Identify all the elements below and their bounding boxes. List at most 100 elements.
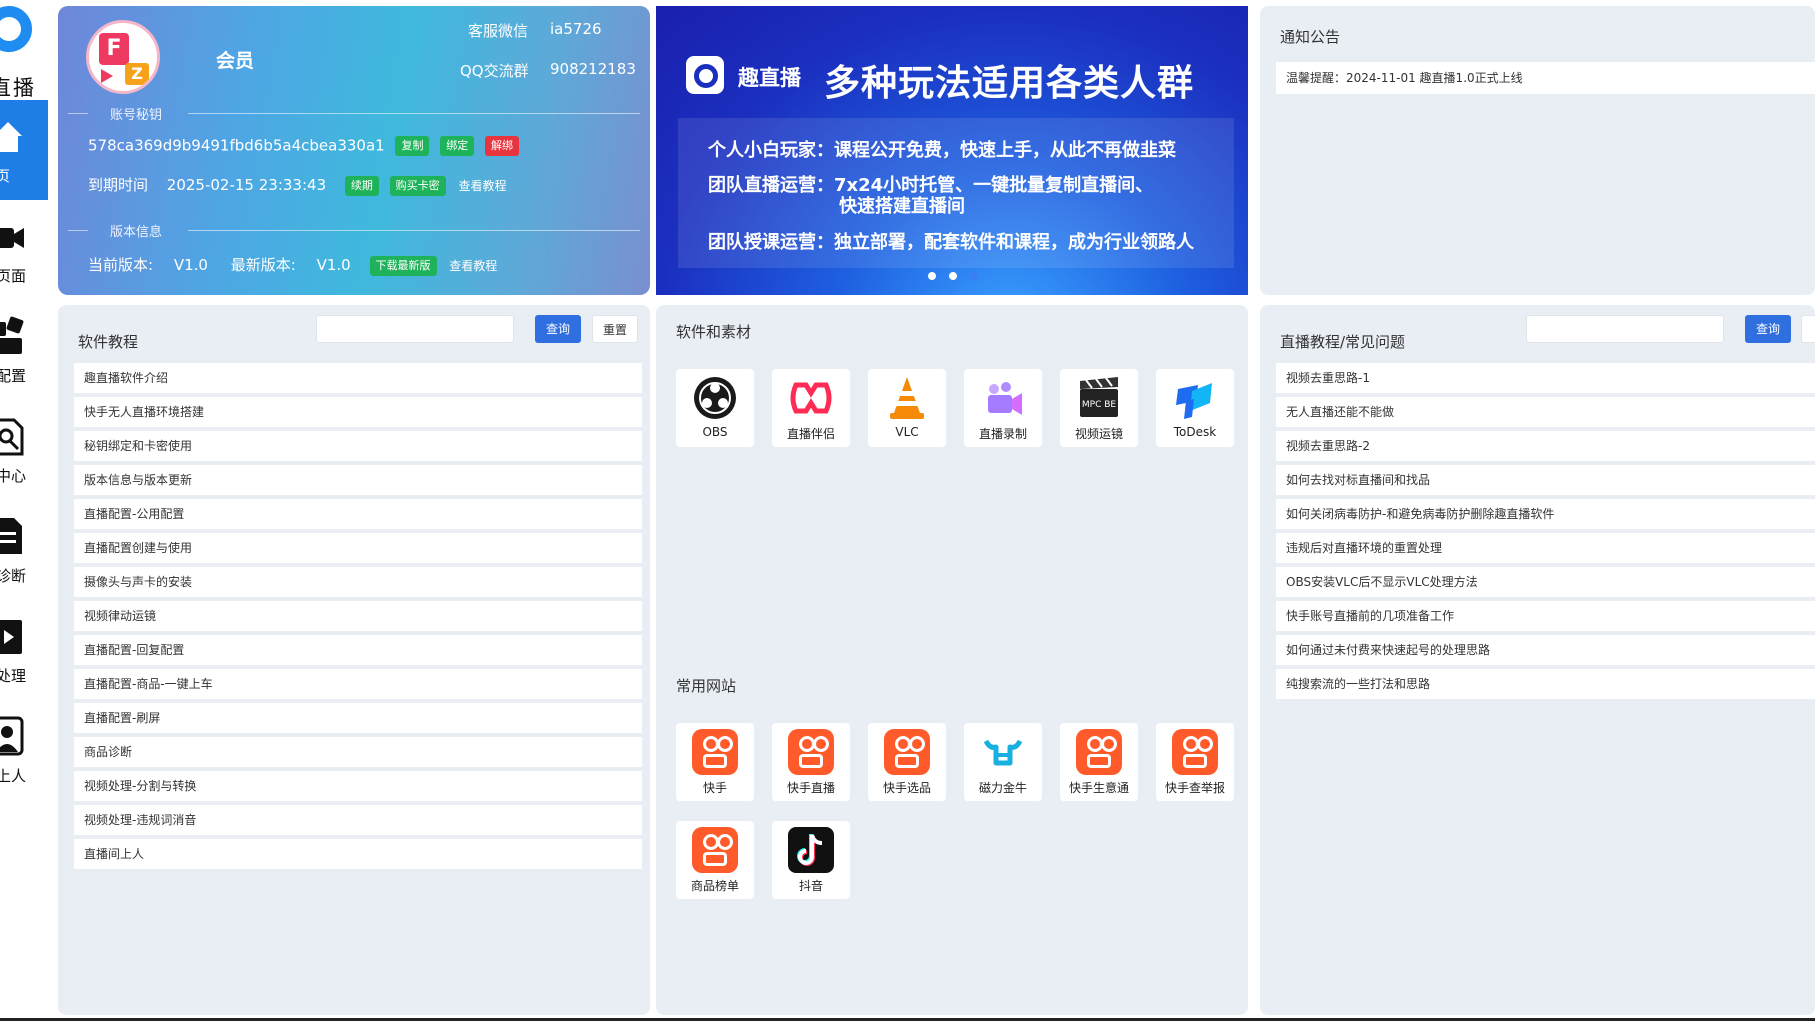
- faq-query-button[interactable]: 查询: [1745, 315, 1791, 343]
- banner-line: 个人小白玩家：课程公开免费，快速上手，从此不再做韭菜: [708, 140, 1176, 161]
- version-section-label: 版本信息: [110, 225, 163, 240]
- key-value: 578ca369d9b9491fbd6b5a4cbea330a1: [88, 136, 385, 155]
- expire-row: 到期时间 2025-02-15 23:33:43 续期 购买卡密 查看教程: [88, 174, 506, 196]
- site-tile-kuaishou-selection[interactable]: 快手选品: [868, 723, 946, 801]
- faq-list-item[interactable]: 如何通过未付费来快速起号的处理思路: [1276, 635, 1815, 665]
- site-tile-douyin[interactable]: 抖音: [772, 821, 850, 899]
- tutorial-list-item[interactable]: 趣直播软件介绍: [74, 363, 642, 393]
- sidebar-item-label: 间上人: [0, 767, 26, 785]
- kuaishou-icon: [692, 827, 738, 873]
- vlc-icon: [890, 377, 924, 419]
- app-label: VLC: [895, 425, 919, 439]
- unbind-key-button[interactable]: 解绑: [485, 136, 520, 156]
- faq-search-input[interactable]: [1526, 315, 1724, 343]
- avatar-play-icon: [101, 69, 113, 83]
- faq-list-item[interactable]: 快手账号直播前的几项准备工作: [1276, 601, 1815, 631]
- tutorial-list-item[interactable]: 秘钥绑定和卡密使用: [74, 431, 642, 461]
- notice-panel: 通知公告 温馨提醒：2024-11-01 趣直播1.0正式上线: [1260, 6, 1815, 295]
- tutorial-list-item[interactable]: 直播间上人: [74, 839, 642, 869]
- current-version-value: V1.0: [173, 256, 208, 274]
- faq-list-item[interactable]: 无人直播还能不能做: [1276, 397, 1815, 427]
- app-tile-live-companion[interactable]: 直播伴侣: [772, 369, 850, 447]
- live-record-icon: [988, 382, 1022, 415]
- diagnosis-icon: [0, 518, 22, 554]
- faq-list-item[interactable]: 视频去重思路-1: [1276, 363, 1815, 393]
- sidebar-item-label: 页面: [0, 267, 26, 285]
- current-version-label: 当前版本:: [88, 256, 154, 274]
- tutorial-list-item[interactable]: 视频律动运镜: [74, 601, 642, 631]
- key-section-label: 账号秘钥: [110, 108, 163, 123]
- divider: [68, 113, 88, 114]
- carousel-dot[interactable]: [949, 272, 957, 280]
- app-tile-obs[interactable]: OBS: [676, 369, 754, 447]
- copy-key-button[interactable]: 复制: [395, 136, 430, 156]
- tutorial-list-item[interactable]: 商品诊断: [74, 737, 642, 767]
- faq-list-item[interactable]: 视频去重思路-2: [1276, 431, 1815, 461]
- app-tile-vlc[interactable]: VLC: [868, 369, 946, 447]
- tutorial-list-item[interactable]: 直播配置-刷屏: [74, 703, 642, 733]
- app-label: ToDesk: [1173, 425, 1217, 439]
- sidebar-item-config[interactable]: 配置: [0, 300, 48, 400]
- kuaishou-icon: [1076, 729, 1122, 775]
- sidebar-item-live-users[interactable]: 间上人: [0, 700, 48, 800]
- site-tile-product-ranking[interactable]: 商品榜单: [676, 821, 754, 899]
- tutorial-list-item[interactable]: 直播配置-回复配置: [74, 635, 642, 665]
- tutorial-list-item[interactable]: 直播配置创建与使用: [74, 533, 642, 563]
- renew-button[interactable]: 续期: [344, 175, 379, 196]
- tutorial-list-item[interactable]: 快手无人直播环境搭建: [74, 397, 642, 427]
- tutorial-list-item[interactable]: 版本信息与版本更新: [74, 465, 642, 495]
- site-tile-kuaishou-business[interactable]: 快手生意通: [1060, 723, 1138, 801]
- view-tutorial-link[interactable]: 查看教程: [449, 259, 497, 273]
- notice-title: 通知公告: [1280, 28, 1341, 46]
- tutorial-list-item[interactable]: 直播配置-商品-一键上车: [74, 669, 642, 699]
- notice-item[interactable]: 温馨提醒：2024-11-01 趣直播1.0正式上线: [1276, 62, 1815, 94]
- divider: [188, 230, 640, 231]
- site-label: 快手查举报: [1164, 781, 1225, 795]
- sidebar-item-label: 诊断: [0, 567, 26, 585]
- latest-version-label: 最新版本:: [230, 256, 296, 274]
- tutorial-query-button[interactable]: 查询: [535, 315, 581, 343]
- site-tile-kuaishou[interactable]: 快手: [676, 723, 754, 801]
- download-latest-button[interactable]: 下载最新版: [369, 255, 437, 276]
- faq-list-item[interactable]: 违规后对直播环境的重置处理: [1276, 533, 1815, 563]
- cili-jinniu-icon: [983, 739, 1023, 766]
- carousel-dot[interactable]: [928, 272, 936, 280]
- expire-label: 到期时间: [88, 176, 149, 194]
- buy-card-button[interactable]: 购买卡密: [389, 175, 446, 196]
- faq-reset-button[interactable]: [1801, 315, 1815, 343]
- kuaishou-icon: [1172, 729, 1218, 775]
- tutorial-reset-button[interactable]: 重置: [592, 315, 638, 343]
- sidebar-item-diagnosis[interactable]: 诊断: [0, 500, 48, 600]
- tutorial-list-item[interactable]: 视频处理-分割与转换: [74, 771, 642, 801]
- promo-banner[interactable]: 趣直播 多种玩法适用各类人群 个人小白玩家：课程公开免费，快速上手，从此不再做韭…: [656, 6, 1248, 295]
- avatar-mark-z: Z: [125, 63, 149, 85]
- faq-list-item[interactable]: OBS安装VLC后不显示VLC处理方法: [1276, 567, 1815, 597]
- sidebar-item-center[interactable]: 中心: [0, 400, 48, 500]
- site-tile-cili-jinniu[interactable]: 磁力金牛: [964, 723, 1042, 801]
- video-icon: [0, 620, 22, 654]
- tutorial-search-input[interactable]: [316, 315, 514, 343]
- app-tile-live-record[interactable]: 直播录制: [964, 369, 1042, 447]
- app-logo: 直播: [0, 2, 42, 100]
- sidebar-item-live-page[interactable]: 页面: [0, 200, 48, 300]
- app-tile-video-motion[interactable]: MPC BE 视频运镜: [1060, 369, 1138, 447]
- carousel-dot[interactable]: [970, 272, 978, 280]
- logo-text: 直播: [0, 76, 36, 100]
- site-tile-kuaishou-live[interactable]: 快手直播: [772, 723, 850, 801]
- faq-list-item[interactable]: 纯搜索流的一些打法和思路: [1276, 669, 1815, 699]
- sidebar-item-video-processing[interactable]: 处理: [0, 600, 48, 700]
- bind-key-button[interactable]: 绑定: [440, 136, 475, 156]
- divider: [68, 230, 88, 231]
- faq-list-item[interactable]: 如何关闭病毒防护-和避免病毒防护删除趣直播软件: [1276, 499, 1815, 529]
- websites-title: 常用网站: [676, 677, 737, 695]
- app-label: OBS: [702, 425, 728, 439]
- site-tile-kuaishou-report[interactable]: 快手查举报: [1156, 723, 1234, 801]
- tutorial-list-item[interactable]: 视频处理-违规词消音: [74, 805, 642, 835]
- sidebar-item-home[interactable]: 页: [0, 100, 48, 200]
- view-tutorial-link[interactable]: 查看教程: [458, 179, 506, 193]
- tutorial-list-item[interactable]: 摄像头与声卡的安装: [74, 567, 642, 597]
- tutorial-list-item[interactable]: 直播配置-公用配置: [74, 499, 642, 529]
- faq-list-item[interactable]: 如何去找对标直播间和找品: [1276, 465, 1815, 495]
- obs-icon: [694, 377, 736, 419]
- app-tile-todesk[interactable]: ToDesk: [1156, 369, 1234, 447]
